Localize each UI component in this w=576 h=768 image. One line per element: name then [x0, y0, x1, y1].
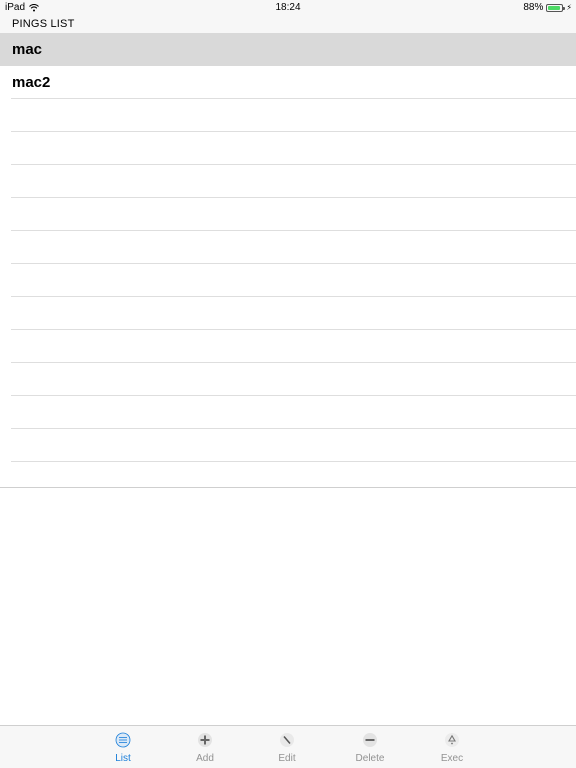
- status-time: 18:24: [275, 2, 301, 13]
- battery-icon: [546, 3, 566, 12]
- list-icon: [115, 732, 131, 748]
- edit-icon: [280, 733, 294, 747]
- pings-list: mac mac2: [0, 33, 576, 462]
- list-item[interactable]: mac: [0, 33, 576, 66]
- tab-delete-label: Delete: [355, 753, 385, 764]
- list-item[interactable]: mac2: [0, 66, 576, 99]
- battery-fill: [548, 5, 560, 10]
- tab-delete[interactable]: Delete: [340, 732, 400, 766]
- empty-list-row: [0, 132, 576, 165]
- tab-list-label: List: [115, 753, 131, 764]
- list-item-label: mac2: [12, 74, 51, 91]
- tab-add[interactable]: Add: [175, 732, 235, 766]
- tab-list[interactable]: List: [93, 732, 153, 766]
- recycle-icon: [445, 733, 459, 747]
- empty-list-row: [0, 264, 576, 297]
- tab-bar: List Add Edit Delete Exec: [0, 725, 576, 768]
- list-item-label: mac: [12, 41, 43, 58]
- title-bar: PINGS LIST: [0, 16, 576, 33]
- charging-bolt-icon: ⚡: [566, 3, 572, 12]
- empty-list-row: [0, 99, 576, 132]
- battery-percent: 88%: [523, 2, 544, 13]
- tab-exec[interactable]: Exec: [422, 732, 482, 766]
- status-bar: iPad 18:24 88% ⚡: [0, 0, 576, 16]
- empty-list-row: [0, 396, 576, 429]
- empty-list-row: [0, 231, 576, 264]
- tab-edit-label: Edit: [278, 753, 296, 764]
- list-bottom-divider: [0, 487, 576, 488]
- empty-list-row: [0, 363, 576, 396]
- battery-group: 88% ⚡: [523, 2, 572, 13]
- empty-list-row: [0, 429, 576, 462]
- tab-edit[interactable]: Edit: [257, 732, 317, 766]
- empty-list-row: [0, 330, 576, 363]
- page-title: PINGS LIST: [12, 18, 75, 30]
- tab-exec-label: Exec: [440, 753, 464, 764]
- empty-list-row: [0, 198, 576, 231]
- empty-list-row: [0, 165, 576, 198]
- minus-icon: [363, 733, 377, 747]
- tab-add-label: Add: [196, 753, 214, 764]
- empty-list-row: [0, 297, 576, 330]
- plus-icon: [198, 733, 212, 747]
